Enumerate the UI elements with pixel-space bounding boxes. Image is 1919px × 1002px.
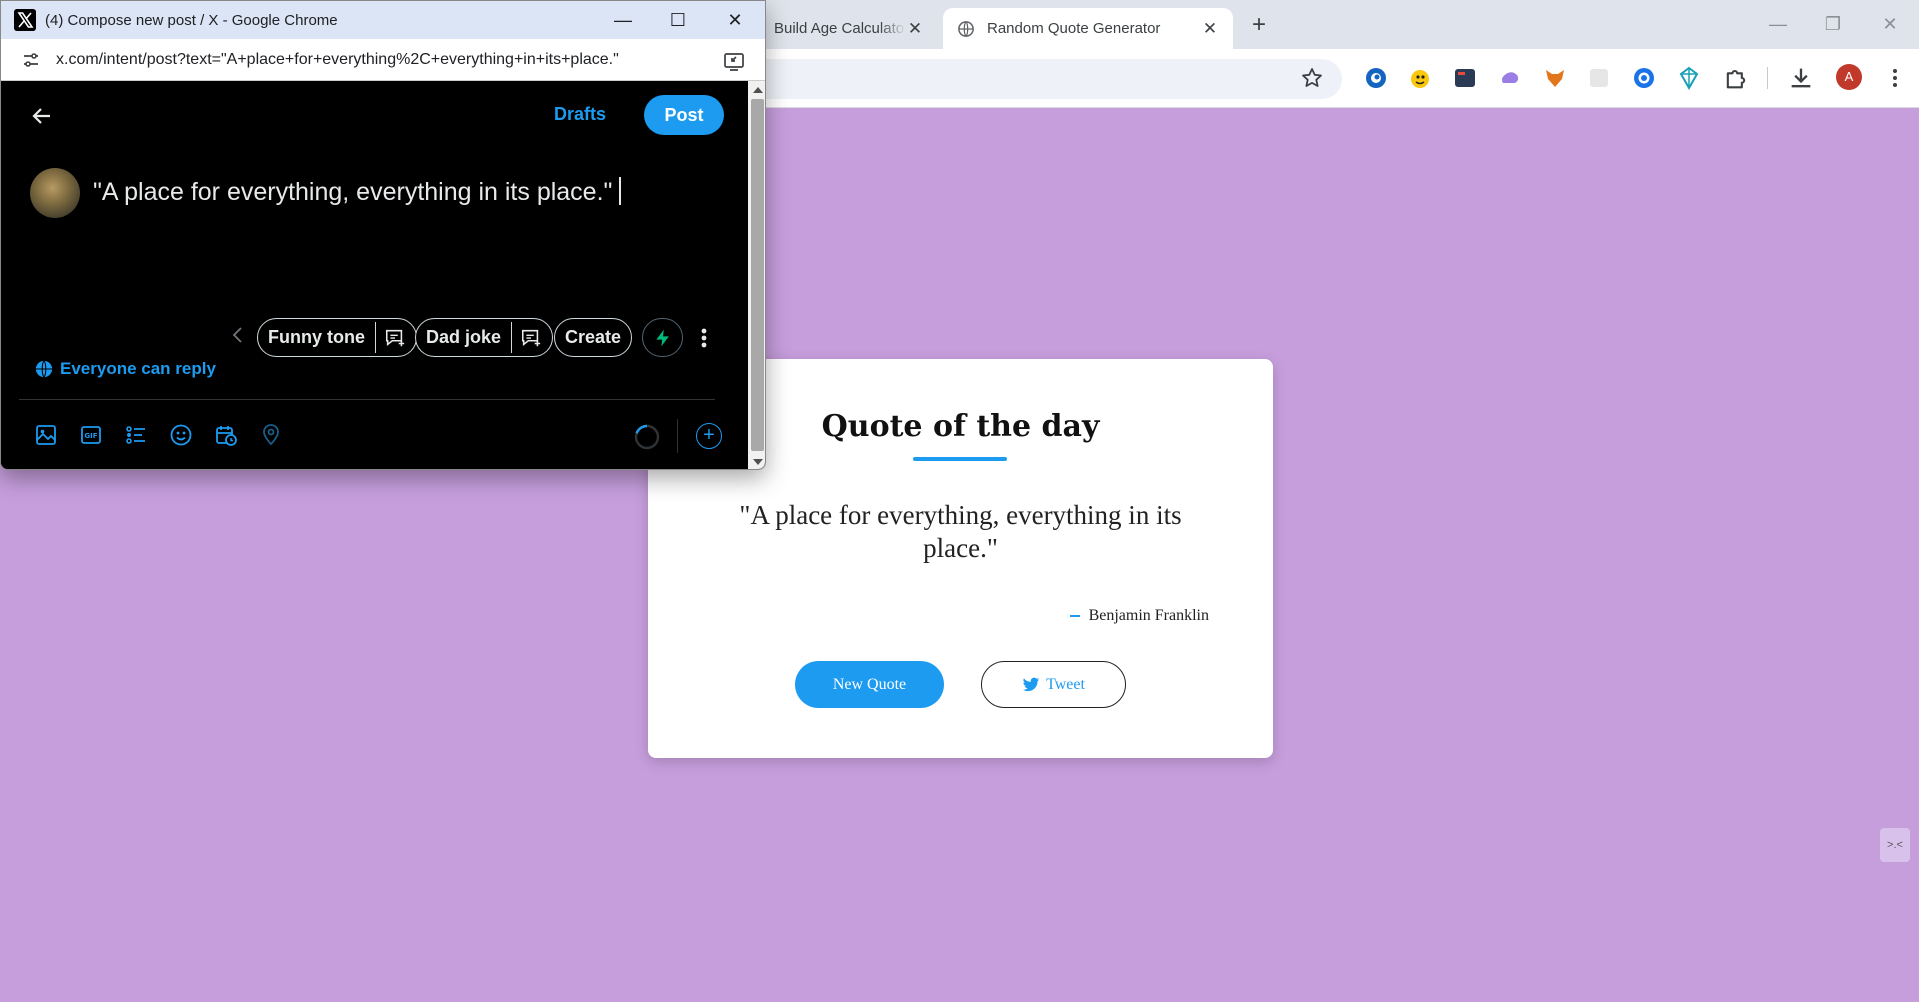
purple-cloud-ext-icon[interactable] — [1498, 66, 1522, 90]
floating-widget[interactable]: >.< — [1880, 828, 1910, 862]
bookmark-star-icon[interactable] — [1300, 66, 1324, 90]
scroll-down-arrow-icon[interactable] — [753, 459, 763, 465]
compose-text: "A place for everything, everything in i… — [93, 178, 613, 206]
poll-icon[interactable] — [124, 423, 148, 447]
quote-text: "A place for everything, everything in i… — [739, 500, 1182, 563]
location-pin-icon[interactable] — [259, 423, 283, 447]
fox-ext-icon[interactable] — [1543, 66, 1567, 90]
toolbar-divider — [1767, 67, 1768, 89]
chip-divider — [375, 322, 376, 353]
title-underline — [913, 457, 1007, 461]
open-in-window-icon[interactable] — [723, 50, 745, 72]
popup-scrollbar[interactable] — [748, 81, 765, 469]
puzzle-icon[interactable] — [1722, 64, 1750, 92]
popup-url-bar[interactable]: x.com/intent/post?text="A+place+for+ever… — [1, 39, 765, 81]
scroll-up-arrow-icon[interactable] — [753, 87, 763, 93]
more-options-icon[interactable] — [695, 324, 713, 352]
grok-boost-button[interactable] — [642, 318, 683, 357]
drafts-button[interactable]: Drafts — [554, 104, 606, 125]
post-button[interactable]: Post — [644, 95, 724, 135]
tweet-button[interactable]: Tweet — [981, 661, 1126, 708]
text-caret — [619, 177, 622, 205]
site-settings-icon[interactable] — [21, 50, 41, 70]
popup-window-title: (4) Compose new post / X - Google Chrome — [45, 11, 338, 29]
chip-label: Create — [565, 327, 622, 347]
popup-maximize-button[interactable]: ☐ — [662, 6, 694, 34]
tab-title: Build Age Calculato — [774, 20, 905, 37]
x-logo-icon — [14, 9, 36, 31]
svg-text:GIF: GIF — [84, 432, 97, 440]
lightning-bolt-icon — [655, 329, 669, 346]
tab-random-quote-generator[interactable]: Random Quote Generator ✕ — [943, 8, 1233, 49]
popup-url-text: x.com/intent/post?text="A+place+for+ever… — [56, 50, 619, 68]
compose-dialog: Drafts Post "A place for everything, eve… — [1, 81, 748, 469]
toolbar-vertical-divider — [677, 419, 678, 453]
compose-popup-window: (4) Compose new post / X - Google Chrome… — [0, 0, 766, 470]
popup-titlebar: (4) Compose new post / X - Google Chrome… — [1, 1, 765, 39]
new-quote-button[interactable]: New Quote — [795, 661, 944, 708]
chrome-menu-icon[interactable] — [1885, 64, 1905, 92]
suggestion-chip-create[interactable]: Create — [554, 318, 633, 357]
schedule-icon[interactable] — [214, 423, 238, 447]
circle-swirl-ext-icon[interactable] — [1364, 66, 1388, 90]
scroll-thumb[interactable] — [751, 99, 764, 451]
close-window-button[interactable]: ✕ — [1874, 10, 1906, 38]
author-name: Benjamin Franklin — [1088, 607, 1209, 624]
globe-icon — [35, 360, 53, 378]
address-bar[interactable] — [740, 59, 1342, 99]
download-icon[interactable] — [1787, 64, 1815, 92]
character-count-ring — [634, 424, 660, 450]
back-arrow-icon[interactable] — [30, 104, 54, 128]
gif-icon[interactable]: GIF — [79, 423, 103, 447]
author-dash — [1069, 615, 1080, 617]
profile-avatar[interactable]: A — [1836, 64, 1862, 90]
restore-button[interactable]: ❐ — [1817, 10, 1849, 38]
chip-label: Funny tone — [268, 327, 365, 347]
chip-label: Dad joke — [426, 327, 502, 347]
user-avatar[interactable] — [30, 168, 80, 218]
comment-plus-icon[interactable] — [520, 327, 542, 349]
globe-icon — [958, 20, 974, 37]
tab-title: Random Quote Generator — [987, 20, 1161, 37]
reply-setting-label: Everyone can reply — [60, 359, 216, 378]
suggestion-chip-funny-tone[interactable]: Funny tone — [257, 318, 417, 357]
tab-close-icon[interactable]: ✕ — [1201, 19, 1219, 39]
dark-square-ext-icon[interactable] — [1453, 66, 1477, 90]
tab-close-icon[interactable]: ✕ — [906, 19, 924, 39]
chip-divider — [511, 322, 513, 353]
quote-author: Benjamin Franklin — [1069, 607, 1209, 625]
compose-divider — [19, 399, 715, 400]
new-tab-button[interactable]: + — [1245, 12, 1273, 40]
tweet-label: Tweet — [1046, 675, 1085, 693]
chevron-left-icon[interactable] — [231, 326, 245, 344]
grey-tile-ext-icon[interactable] — [1587, 66, 1611, 90]
minimize-button[interactable]: — — [1762, 10, 1794, 38]
reply-setting-button[interactable]: Everyone can reply — [35, 359, 216, 379]
media-icon[interactable] — [34, 423, 58, 447]
emoji-icon[interactable] — [169, 423, 193, 447]
compose-textarea[interactable]: "A place for everything, everything in i… — [93, 177, 622, 207]
popup-close-button[interactable]: ✕ — [719, 6, 751, 34]
tab-build-age-calculator[interactable]: Build Age Calculato ✕ — [760, 8, 938, 49]
twitter-bird-icon — [1022, 677, 1040, 691]
duck-ext-icon[interactable] — [1408, 66, 1432, 90]
teal-gem-ext-icon[interactable] — [1677, 66, 1701, 90]
suggestion-chip-dad-joke[interactable]: Dad joke — [415, 318, 554, 357]
popup-minimize-button[interactable]: — — [607, 6, 639, 34]
comment-plus-icon[interactable] — [384, 327, 406, 349]
blue-ring-ext-icon[interactable] — [1632, 66, 1656, 90]
add-post-button[interactable]: + — [696, 423, 722, 449]
